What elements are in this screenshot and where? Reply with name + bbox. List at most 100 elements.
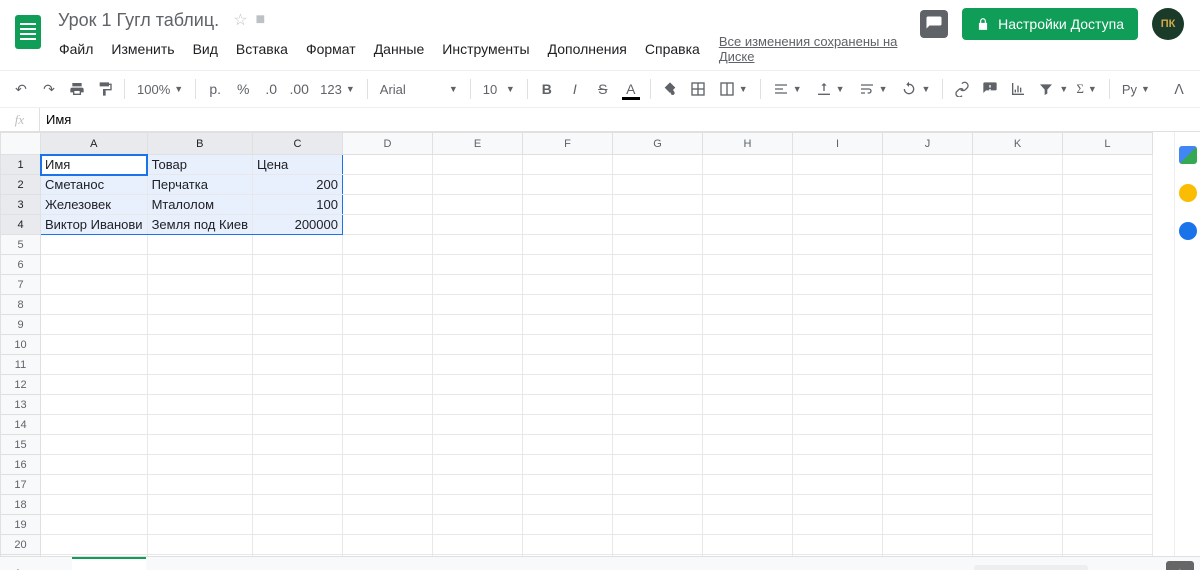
- increase-decimal-button[interactable]: .00: [286, 76, 312, 102]
- cell-G9[interactable]: [612, 315, 702, 335]
- functions-button[interactable]: Σ▼: [1070, 76, 1103, 102]
- cell-G18[interactable]: [612, 495, 702, 515]
- formula-bar-input[interactable]: [40, 108, 1200, 131]
- cell-G17[interactable]: [612, 475, 702, 495]
- cell-B20[interactable]: [147, 535, 252, 555]
- cell-I11[interactable]: [792, 355, 882, 375]
- cell-B11[interactable]: [147, 355, 252, 375]
- cell-F11[interactable]: [522, 355, 612, 375]
- cell-A8[interactable]: [41, 295, 148, 315]
- cell-E2[interactable]: [432, 175, 522, 195]
- cell-A16[interactable]: [41, 455, 148, 475]
- col-header-I[interactable]: I: [792, 133, 882, 155]
- cell-K11[interactable]: [972, 355, 1062, 375]
- cell-C10[interactable]: [252, 335, 342, 355]
- cell-I9[interactable]: [792, 315, 882, 335]
- cell-C18[interactable]: [252, 495, 342, 515]
- merge-cells-button[interactable]: ▼: [713, 76, 754, 102]
- cell-A21[interactable]: [41, 555, 148, 557]
- cell-K4[interactable]: [972, 215, 1062, 235]
- row-header-1[interactable]: 1: [1, 155, 41, 175]
- cell-L10[interactable]: [1062, 335, 1152, 355]
- select-all-cell[interactable]: [1, 133, 41, 155]
- cell-G3[interactable]: [612, 195, 702, 215]
- cell-D1[interactable]: [342, 155, 432, 175]
- cell-G11[interactable]: [612, 355, 702, 375]
- cell-I13[interactable]: [792, 395, 882, 415]
- cell-F15[interactable]: [522, 435, 612, 455]
- percent-button[interactable]: %: [230, 76, 256, 102]
- cell-B7[interactable]: [147, 275, 252, 295]
- cell-I18[interactable]: [792, 495, 882, 515]
- cell-J20[interactable]: [882, 535, 972, 555]
- cell-G12[interactable]: [612, 375, 702, 395]
- cell-J13[interactable]: [882, 395, 972, 415]
- cell-A1[interactable]: Имя: [41, 155, 148, 175]
- row-header-12[interactable]: 12: [1, 375, 41, 395]
- cell-H20[interactable]: [702, 535, 792, 555]
- col-header-J[interactable]: J: [882, 133, 972, 155]
- cell-L16[interactable]: [1062, 455, 1152, 475]
- currency-button[interactable]: р.: [202, 76, 228, 102]
- cell-B6[interactable]: [147, 255, 252, 275]
- comments-button[interactable]: [920, 10, 948, 38]
- cell-E19[interactable]: [432, 515, 522, 535]
- formula-bar-fx-label[interactable]: fx: [0, 108, 40, 131]
- cell-A9[interactable]: [41, 315, 148, 335]
- cell-E8[interactable]: [432, 295, 522, 315]
- cell-L3[interactable]: [1062, 195, 1152, 215]
- row-header-6[interactable]: 6: [1, 255, 41, 275]
- cell-I8[interactable]: [792, 295, 882, 315]
- cell-L13[interactable]: [1062, 395, 1152, 415]
- cell-I6[interactable]: [792, 255, 882, 275]
- cell-B10[interactable]: [147, 335, 252, 355]
- cell-L5[interactable]: [1062, 235, 1152, 255]
- keep-icon[interactable]: [1179, 184, 1197, 202]
- strikethrough-button[interactable]: S: [590, 76, 616, 102]
- cell-D7[interactable]: [342, 275, 432, 295]
- cell-A3[interactable]: Железовек: [41, 195, 148, 215]
- cell-E4[interactable]: [432, 215, 522, 235]
- cell-A20[interactable]: [41, 535, 148, 555]
- col-header-D[interactable]: D: [342, 133, 432, 155]
- cell-K8[interactable]: [972, 295, 1062, 315]
- paint-format-button[interactable]: [92, 76, 118, 102]
- text-color-button[interactable]: A: [618, 76, 644, 102]
- cell-A12[interactable]: [41, 375, 148, 395]
- menu-инструменты[interactable]: Инструменты: [435, 37, 536, 61]
- cell-C17[interactable]: [252, 475, 342, 495]
- cell-C9[interactable]: [252, 315, 342, 335]
- cell-L9[interactable]: [1062, 315, 1152, 335]
- cell-J9[interactable]: [882, 315, 972, 335]
- sheet-scroll-left[interactable]: ◀: [1094, 562, 1120, 570]
- changes-saved-link[interactable]: Все изменения сохранены на Диске: [719, 34, 920, 64]
- row-header-11[interactable]: 11: [1, 355, 41, 375]
- cell-C14[interactable]: [252, 415, 342, 435]
- cell-D3[interactable]: [342, 195, 432, 215]
- row-header-4[interactable]: 4: [1, 215, 41, 235]
- calendar-icon[interactable]: [1179, 146, 1197, 164]
- cell-J11[interactable]: [882, 355, 972, 375]
- row-header-19[interactable]: 19: [1, 515, 41, 535]
- cell-C19[interactable]: [252, 515, 342, 535]
- cell-J6[interactable]: [882, 255, 972, 275]
- bold-button[interactable]: B: [534, 76, 560, 102]
- cell-E18[interactable]: [432, 495, 522, 515]
- font-select[interactable]: Arial▼: [374, 76, 464, 102]
- menu-изменить[interactable]: Изменить: [104, 37, 181, 61]
- cell-A13[interactable]: [41, 395, 148, 415]
- col-header-F[interactable]: F: [522, 133, 612, 155]
- sheet-tab[interactable]: Лист1 ▼: [72, 557, 146, 570]
- cell-J8[interactable]: [882, 295, 972, 315]
- row-header-17[interactable]: 17: [1, 475, 41, 495]
- cell-I17[interactable]: [792, 475, 882, 495]
- cell-D6[interactable]: [342, 255, 432, 275]
- cell-D15[interactable]: [342, 435, 432, 455]
- cell-B3[interactable]: Мталолом: [147, 195, 252, 215]
- menu-вставка[interactable]: Вставка: [229, 37, 295, 61]
- cell-I14[interactable]: [792, 415, 882, 435]
- row-header-21[interactable]: 21: [1, 555, 41, 557]
- cell-G10[interactable]: [612, 335, 702, 355]
- cell-K14[interactable]: [972, 415, 1062, 435]
- menu-файл[interactable]: Файл: [52, 37, 100, 61]
